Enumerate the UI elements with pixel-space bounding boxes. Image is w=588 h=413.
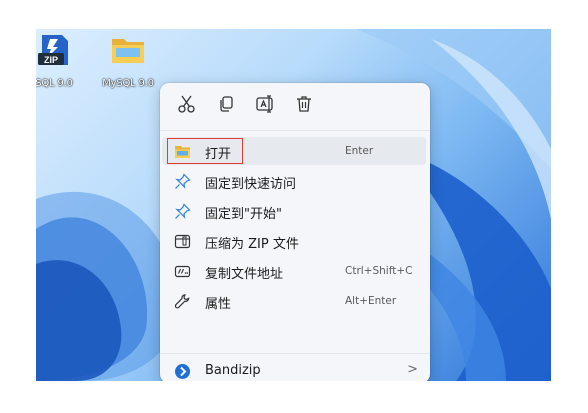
rename-button[interactable] [254,93,276,115]
submenu-arrow: > [407,362,418,377]
rename-icon [256,95,273,113]
pin-icon [174,173,191,190]
wrench-icon [174,293,191,310]
menu-item-shortcut: Alt+Enter [345,295,397,307]
menu-item-label: 固定到"开始" [205,207,282,222]
menu-divider [160,353,430,354]
menu-item-copy-path[interactable]: 复制文件地址 Ctrl+Shift+C [162,257,426,285]
menu-item-label: 固定到快速访问 [205,177,297,192]
cut-button[interactable] [176,93,198,115]
svg-text:ZIP: ZIP [44,55,58,65]
menu-item-pin-start[interactable]: 固定到"开始" [162,197,426,225]
desktop-icon-sql-zip[interactable]: ZIP SQL 9.0 [36,31,86,93]
menu-item-properties[interactable]: 属性 Alt+Enter [162,287,426,315]
menu-divider [160,130,430,131]
bandizip-icon [174,363,191,380]
pin-icon [174,203,191,220]
menu-item-shortcut: Ctrl+Shift+C [345,265,413,277]
highlight-box [167,138,243,164]
quick-actions-row [160,83,430,125]
trash-icon [297,96,311,112]
copy-icon [220,96,233,112]
zip-archive-icon [174,233,191,250]
menu-item-label: Bandizip [205,363,261,378]
menu-item-compress-zip[interactable]: 压缩为 ZIP 文件 [162,227,426,255]
copy-path-icon [174,263,191,280]
menu-item-bandizip[interactable]: Bandizip > [162,357,426,381]
context-menu: 打开 Enter 固定到快速访问 固定到"开始" 压缩为 ZIP 文件 复制文件… [160,83,430,381]
desktop-icon-label: SQL 9.0 [36,78,73,89]
desktop-icon-label: MySQL 9.0 [102,78,154,89]
menu-item-label: 复制文件地址 [205,267,284,282]
menu-item-label: 压缩为 ZIP 文件 [205,237,299,252]
delete-button[interactable] [293,93,315,115]
desktop-screenshot: ZIP SQL 9.0 MySQL 9.0 打开 Enter 固定到快速访问 固… [36,29,551,381]
folder-icon [110,33,146,67]
bandizip-zip-file-icon: ZIP [36,33,72,67]
menu-item-shortcut: Enter [345,145,374,157]
menu-item-pin-quick-access[interactable]: 固定到快速访问 [162,167,426,195]
menu-item-open[interactable]: 打开 Enter [162,137,426,165]
desktop-icon-mysql-folder[interactable]: MySQL 9.0 [96,31,160,93]
menu-item-label: 属性 [205,297,232,312]
scissors-icon [178,95,195,113]
copy-button[interactable] [215,93,237,115]
